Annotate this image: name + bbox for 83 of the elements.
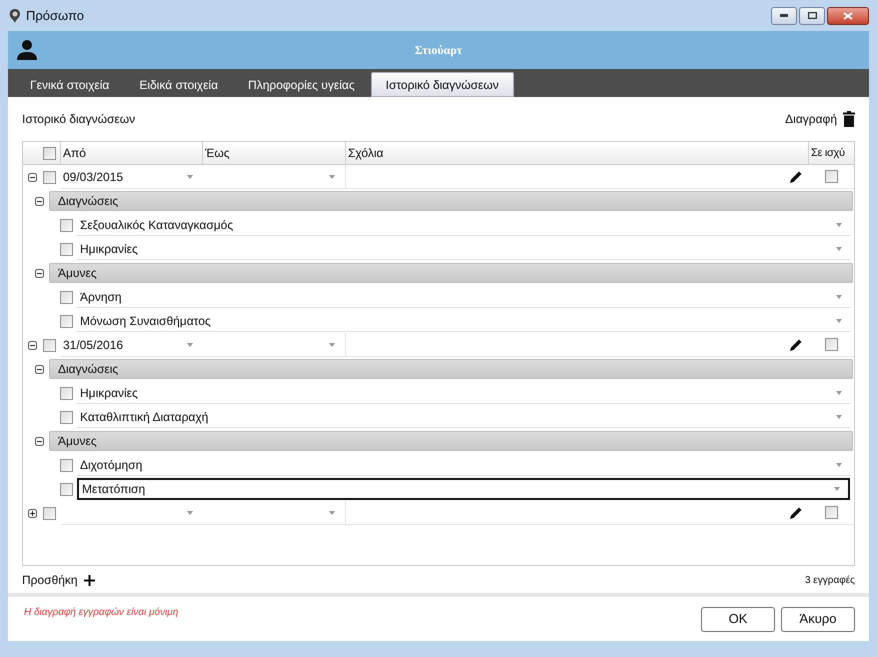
to-date-field[interactable] [203,333,346,357]
dropdown-caret-icon[interactable] [187,510,193,514]
tab[interactable]: Ειδικά στοιχεία [125,72,232,97]
group-header: Άμυνες [49,263,853,283]
expand-icon[interactable] [28,508,37,518]
item-dropdown[interactable]: Άρνηση [77,286,850,308]
item-dropdown[interactable]: Καταθλιπτική Διαταραχή [77,406,850,428]
maximize-button[interactable] [799,6,825,24]
collapse-icon[interactable] [35,436,44,446]
column-header[interactable]: Από [61,142,203,164]
checkbox[interactable] [825,170,838,183]
tab[interactable]: Γενικά στοιχεία [16,72,124,97]
dropdown-caret-icon[interactable] [187,342,193,346]
pencil-icon[interactable] [789,506,803,520]
dropdown-caret-icon[interactable] [187,174,193,178]
record-count: 3 εγγραφές [804,574,855,588]
dropdown-caret-icon[interactable] [836,390,842,394]
checkbox[interactable] [60,218,73,232]
checkbox[interactable] [60,242,73,256]
checkbox[interactable] [60,482,73,496]
person-icon [16,39,38,61]
checkbox[interactable] [60,410,73,424]
close-icon [843,12,853,20]
checkbox[interactable] [825,506,838,519]
item-dropdown[interactable]: Διχοτόμηση [77,454,850,476]
collapse-icon[interactable] [28,340,37,350]
dropdown-caret-icon[interactable] [836,294,842,298]
app-icon [8,8,22,24]
item-dropdown[interactable]: Μόνωση Συναισθήματος [77,310,850,332]
dropdown-caret-icon[interactable] [834,487,840,491]
cancel-button[interactable]: Άκυρο [781,606,855,632]
trash-icon [843,111,855,127]
dropdown-caret-icon[interactable] [836,318,842,322]
dropdown-caret-icon[interactable] [836,462,842,466]
minimize-button[interactable] [771,6,797,24]
tab[interactable]: Ιστορικό διαγνώσεων [370,72,514,97]
group-header: Διαγνώσεις [49,359,853,379]
checkbox[interactable] [825,338,838,351]
collapse-icon[interactable] [35,364,44,374]
column-header[interactable]: Σχόλια [346,142,809,164]
checkbox[interactable] [43,170,56,184]
group-header: Άμυνες [49,431,853,451]
person-name: Στιούαρτ [414,42,462,59]
checkbox[interactable] [43,146,56,160]
add-button[interactable]: Προσθήκη [22,571,95,589]
checkbox[interactable] [60,458,73,472]
pencil-icon[interactable] [789,338,803,352]
window-title: Πρόσωπο [26,6,84,25]
from-date-field[interactable]: 09/03/2015 [61,165,203,189]
item-dropdown[interactable]: Σεξουαλικός Καταναγκασμός [77,214,850,236]
column-header[interactable]: Σε ισχύ [809,142,854,164]
collapse-icon[interactable] [28,172,37,182]
dropdown-caret-icon[interactable] [836,246,842,250]
warning-text: Η διαγραφή εγγραφών είναι μόνιμη [24,606,178,620]
to-date-field[interactable] [203,165,346,189]
plus-icon [84,574,95,586]
item-dropdown[interactable]: Ημικρανίες [77,238,850,260]
to-date-field[interactable] [203,501,346,525]
ok-button[interactable]: OK [701,606,775,632]
collapse-icon[interactable] [35,196,44,206]
checkbox[interactable] [43,506,56,520]
collapse-icon[interactable] [35,268,44,278]
pencil-icon[interactable] [789,170,803,184]
item-dropdown[interactable]: Ημικρανίες [77,382,850,404]
section-title: Ιστορικό διαγνώσεων [22,111,136,128]
tab[interactable]: Πληροφορίες υγείας [234,72,369,97]
item-dropdown[interactable]: Μετατόπιση [77,478,850,500]
close-button[interactable] [827,6,869,24]
checkbox[interactable] [60,386,73,400]
dropdown-caret-icon[interactable] [329,174,335,178]
checkbox[interactable] [60,290,73,304]
group-header: Διαγνώσεις [49,191,853,211]
checkbox[interactable] [43,338,56,352]
from-date-field[interactable]: 31/05/2016 [61,333,203,357]
dropdown-caret-icon[interactable] [836,414,842,418]
checkbox[interactable] [60,314,73,328]
maximize-icon [808,12,816,19]
dropdown-caret-icon[interactable] [329,342,335,346]
dropdown-caret-icon[interactable] [836,222,842,226]
column-header[interactable]: Έως [203,142,346,164]
minimize-icon [780,14,788,17]
dropdown-caret-icon[interactable] [329,510,335,514]
delete-button[interactable]: Διαγραφή [785,110,855,128]
